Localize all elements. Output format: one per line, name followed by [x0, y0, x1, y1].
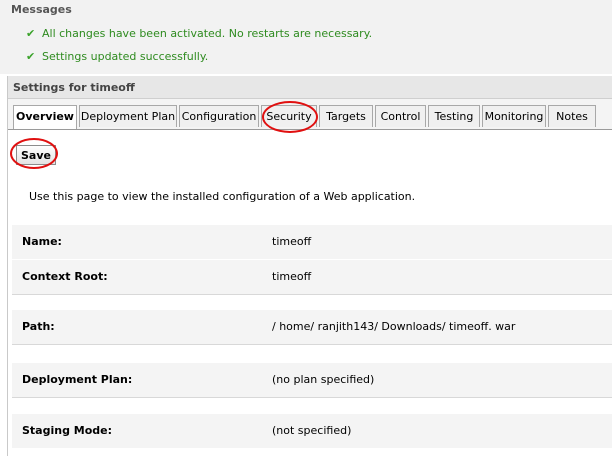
tab-testing[interactable]: Testing	[428, 105, 480, 127]
field-row-path: Path: / home/ ranjith143/ Downloads/ tim…	[12, 310, 612, 344]
field-value: (no plan specified)	[272, 373, 375, 386]
field-value: timeoff	[272, 235, 312, 248]
tab-configuration[interactable]: Configuration	[179, 105, 259, 127]
checkmark-icon: ✔	[26, 50, 36, 63]
field-row-name: Name: timeoff	[12, 225, 612, 259]
annotation-circle-save	[10, 138, 58, 169]
settings-header: Settings for timeoff	[8, 76, 612, 99]
row-divider	[12, 397, 612, 398]
checkmark-icon: ✔	[26, 27, 36, 40]
field-label: Path:	[22, 320, 55, 333]
message-updated: ✔ Settings updated successfully.	[26, 50, 208, 63]
field-row-deployment-plan: Deployment Plan: (no plan specified)	[12, 363, 612, 397]
tab-targets[interactable]: Targets	[319, 105, 373, 127]
field-label: Name:	[22, 235, 62, 248]
messages-panel: Messages ✔ All changes have been activate…	[0, 0, 612, 74]
message-activated: ✔ All changes have been activated. No res…	[26, 27, 372, 40]
field-row-context-root: Context Root: timeoff	[12, 260, 612, 294]
field-label: Context Root:	[22, 270, 108, 283]
field-value: / home/ ranjith143/ Downloads/ timeoff. …	[272, 320, 516, 333]
message-text: Settings updated successfully.	[42, 50, 209, 63]
field-label: Staging Mode:	[22, 424, 113, 437]
field-value: timeoff	[272, 270, 312, 283]
intro-text: Use this page to view the installed conf…	[29, 190, 416, 203]
messages-title: Messages	[11, 3, 72, 16]
settings-title: Settings for timeoff	[13, 81, 135, 94]
row-divider	[12, 344, 612, 345]
tab-monitoring[interactable]: Monitoring	[482, 105, 546, 127]
tab-deployment-plan[interactable]: Deployment Plan	[79, 105, 177, 127]
field-value: (not specified)	[272, 424, 352, 437]
tab-control[interactable]: Control	[375, 105, 426, 127]
message-text: All changes have been activated. No rest…	[42, 27, 373, 40]
row-divider	[12, 294, 612, 295]
tab-notes[interactable]: Notes	[548, 105, 596, 127]
annotation-circle-security	[262, 101, 318, 133]
tab-overview[interactable]: Overview	[13, 105, 77, 129]
field-label: Deployment Plan:	[22, 373, 133, 386]
field-row-staging-mode: Staging Mode: (not specified)	[12, 414, 612, 448]
